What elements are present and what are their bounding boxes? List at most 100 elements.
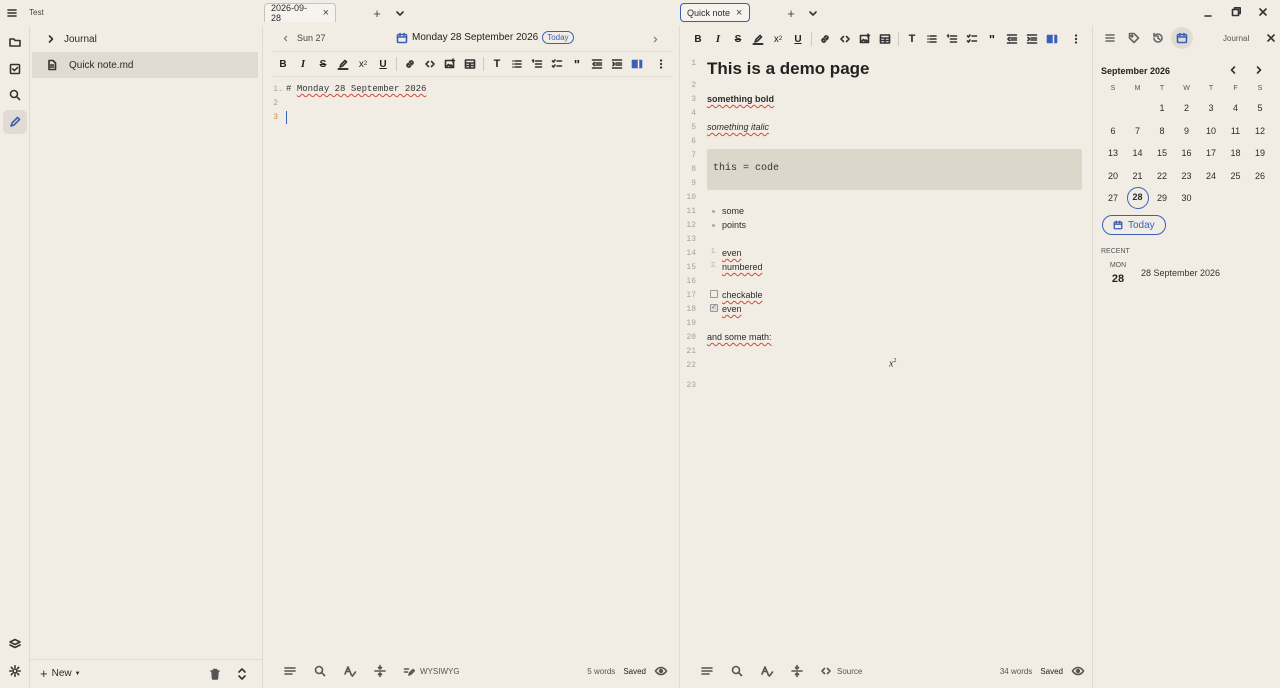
menu-icon[interactable] (5, 6, 19, 20)
calendar-tab[interactable] (1171, 27, 1193, 49)
recent-entry[interactable]: MON 28 28 September 2026 (1101, 260, 1273, 288)
outdent-button[interactable] (587, 54, 607, 74)
calendar-day[interactable]: 16 (1176, 144, 1198, 162)
previous-month-button[interactable] (1226, 63, 1240, 77)
calendar-day[interactable]: 12 (1249, 122, 1271, 140)
superscript-button[interactable]: x2 (768, 29, 788, 49)
calendar-day[interactable]: 13 (1102, 144, 1124, 162)
chevron-down-icon[interactable] (806, 6, 820, 20)
calendar-day[interactable]: 9 (1176, 122, 1198, 140)
tasks-button[interactable] (3, 57, 27, 81)
editor-mode-toggle[interactable]: WYSIWYG (403, 665, 460, 677)
calendar-day-selected[interactable]: 28 (1126, 187, 1149, 210)
preview-eye-icon[interactable] (1071, 664, 1085, 678)
table-button[interactable] (875, 29, 895, 49)
calendar-day[interactable]: 6 (1102, 122, 1124, 140)
calendar-day[interactable]: 7 (1127, 122, 1149, 140)
search-icon[interactable] (313, 664, 327, 678)
link-button[interactable] (815, 29, 835, 49)
indent-button[interactable] (607, 54, 627, 74)
highlight-button[interactable] (333, 54, 353, 74)
bold-button[interactable]: B (688, 29, 708, 49)
wysiwyg-editor[interactable]: 1 2 3 4 5 6 7 8 9 10 11 12 13 14 15 16 1… (680, 58, 1093, 398)
heading-button[interactable]: T (902, 29, 922, 49)
calendar-day[interactable]: 8 (1151, 122, 1173, 140)
image-button[interactable] (855, 29, 875, 49)
code-button[interactable] (420, 54, 440, 74)
superscript-button[interactable]: x2 (353, 54, 373, 74)
minimize-icon[interactable] (1201, 6, 1215, 20)
journal-button[interactable] (3, 110, 27, 134)
settings-button[interactable] (3, 659, 27, 683)
previous-day-button[interactable]: Sun 27 (281, 33, 326, 43)
strikethrough-button[interactable]: S (313, 54, 333, 74)
indent-button[interactable] (1022, 29, 1042, 49)
link-button[interactable] (400, 54, 420, 74)
spellcheck-icon[interactable] (343, 664, 357, 678)
calendar-day[interactable]: 2 (1176, 99, 1198, 117)
trash-button[interactable] (208, 667, 222, 681)
outline-button[interactable] (283, 664, 297, 678)
calendar-day[interactable]: 1 (1151, 99, 1173, 117)
today-badge[interactable]: Today (542, 31, 574, 44)
outdent-button[interactable] (1002, 29, 1022, 49)
outline-tab[interactable] (1102, 30, 1118, 46)
tags-tab[interactable] (1126, 30, 1142, 46)
next-month-button[interactable] (1252, 63, 1266, 77)
new-note-button[interactable]: + New ▼ (40, 667, 81, 680)
close-icon[interactable]: × (323, 7, 329, 19)
calendar-day[interactable]: 15 (1151, 144, 1173, 162)
fold-icon[interactable]: ⌄ (278, 86, 283, 93)
calendar-day[interactable]: 10 (1200, 122, 1222, 140)
calendar-day[interactable]: 14 (1127, 144, 1149, 162)
tree-item-quick-note[interactable]: Quick note.md (32, 52, 258, 78)
calendar-day[interactable]: 20 (1102, 167, 1124, 185)
tree-item-journal[interactable]: Journal (32, 26, 258, 52)
calendar-day[interactable]: 23 (1176, 167, 1198, 185)
code-button[interactable] (835, 29, 855, 49)
chevron-down-icon[interactable] (393, 6, 407, 20)
fold-all-icon[interactable] (790, 664, 804, 678)
calendar-day[interactable]: 24 (1200, 167, 1222, 185)
bold-button[interactable]: B (273, 54, 293, 74)
underline-button[interactable]: U (373, 54, 393, 74)
history-tab[interactable] (1150, 30, 1166, 46)
calendar-day[interactable]: 26 (1249, 167, 1271, 185)
numbered-list-button[interactable] (942, 29, 962, 49)
checkbox-checked[interactable]: ✓ (710, 304, 718, 312)
more-options-button[interactable] (1066, 29, 1086, 49)
more-options-button[interactable] (651, 54, 671, 74)
next-day-button[interactable] (649, 33, 661, 45)
bullet-list-button[interactable] (507, 54, 527, 74)
quote-button[interactable]: " (982, 29, 1002, 49)
new-tab-plus-icon[interactable]: + (370, 6, 384, 21)
italic-button[interactable]: I (293, 54, 313, 74)
checklist-button[interactable] (547, 54, 567, 74)
image-button[interactable] (440, 54, 460, 74)
calendar-day[interactable]: 29 (1151, 189, 1173, 207)
search-icon[interactable] (730, 664, 744, 678)
search-button[interactable] (3, 83, 27, 107)
calendar-day[interactable]: 17 (1200, 144, 1222, 162)
calendar-day[interactable]: 3 (1200, 99, 1222, 117)
calendar-day[interactable]: 4 (1225, 99, 1247, 117)
files-button[interactable] (3, 30, 27, 54)
bullet-list-button[interactable] (922, 29, 942, 49)
layout-button[interactable] (627, 54, 647, 74)
layout-button[interactable] (1042, 29, 1062, 49)
expand-collapse-button[interactable] (235, 667, 249, 681)
preview-eye-icon[interactable] (654, 664, 668, 678)
numbered-list-button[interactable] (527, 54, 547, 74)
calendar-day[interactable]: 30 (1176, 189, 1198, 207)
strikethrough-button[interactable]: S (728, 29, 748, 49)
checklist-button[interactable] (962, 29, 982, 49)
fold-all-icon[interactable] (373, 664, 387, 678)
calendar-day[interactable]: 11 (1225, 122, 1247, 140)
calendar-day[interactable]: 19 (1249, 144, 1271, 162)
calendar-day[interactable]: 5 (1249, 99, 1271, 117)
editor-mode-toggle[interactable]: Source (820, 665, 862, 677)
outline-button[interactable] (700, 664, 714, 678)
italic-button[interactable]: I (708, 29, 728, 49)
calendar-day[interactable]: 25 (1225, 167, 1247, 185)
table-button[interactable] (460, 54, 480, 74)
